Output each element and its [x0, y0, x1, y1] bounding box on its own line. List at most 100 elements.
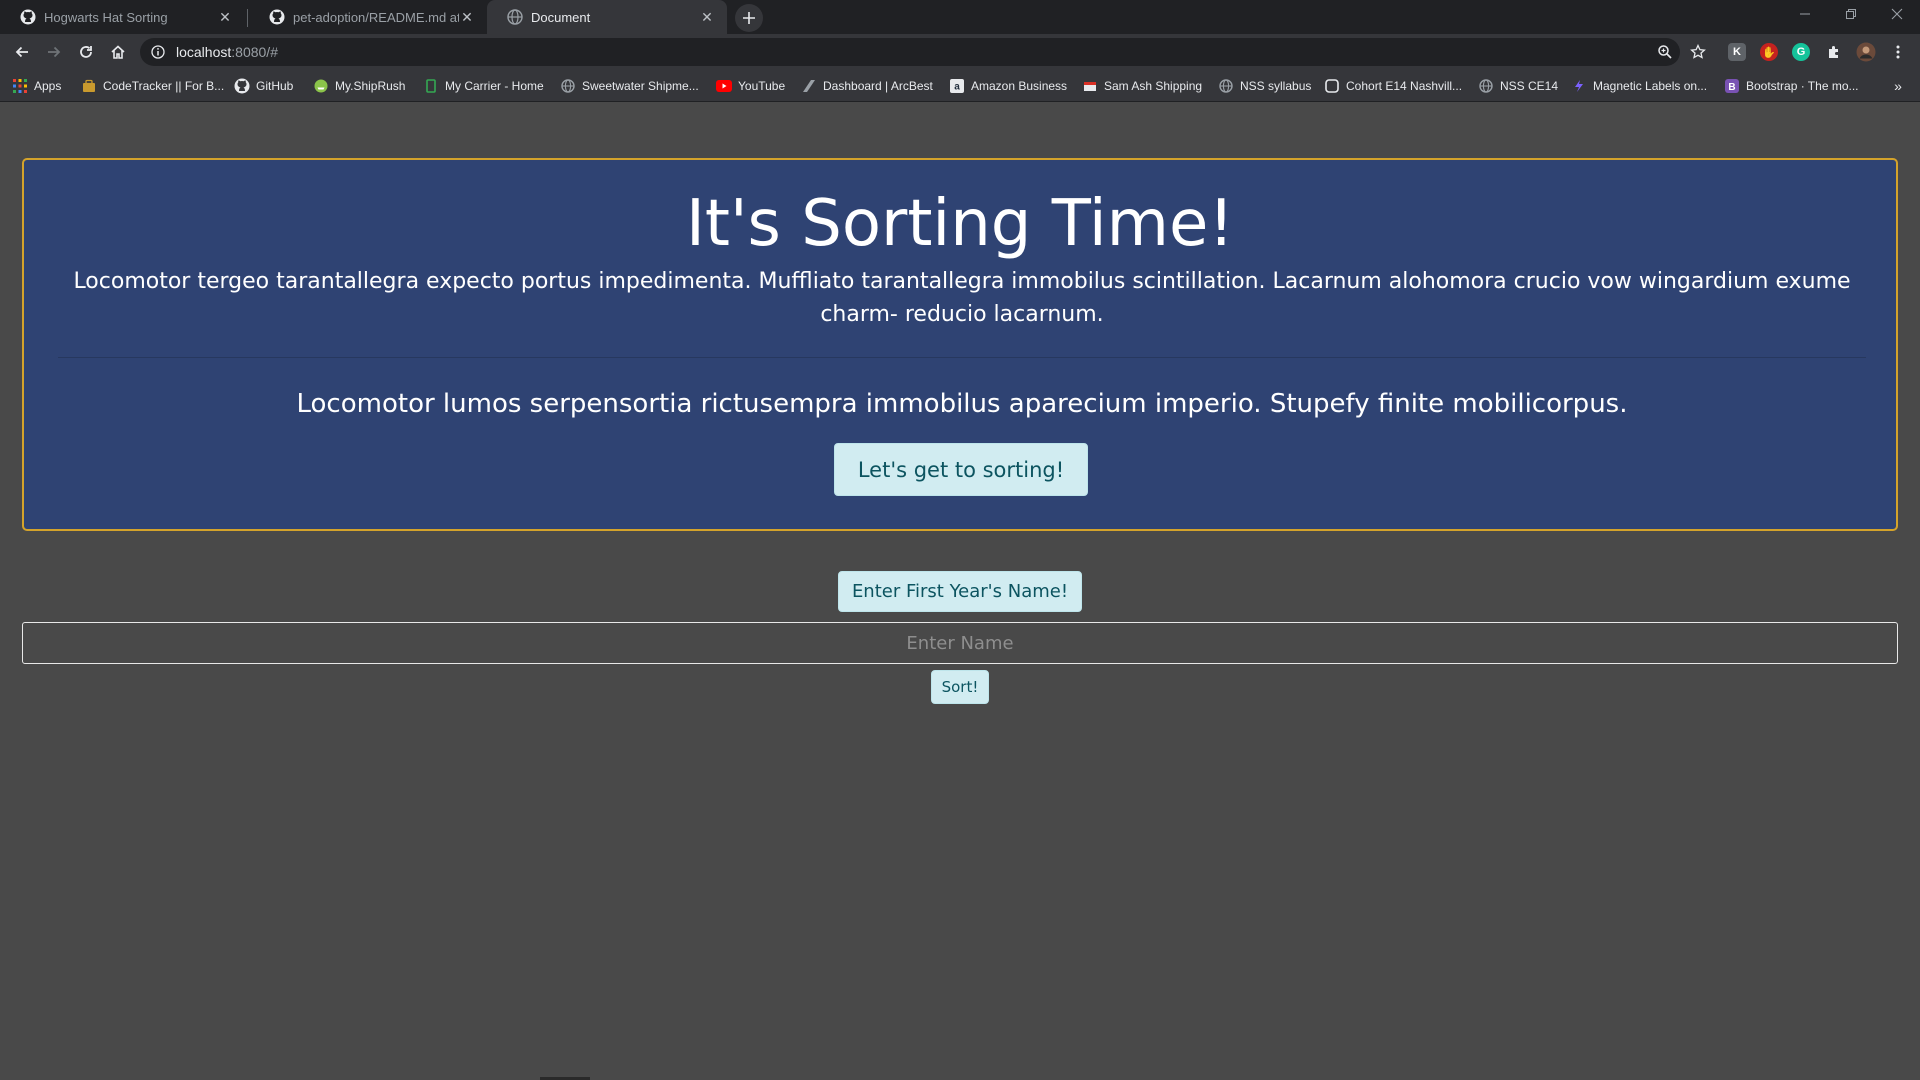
- youtube-icon: [716, 78, 732, 94]
- bookmarks-bar: Apps CodeTracker || For B... GitHub My.S…: [0, 70, 1920, 102]
- bookmark-label: My Carrier - Home: [445, 79, 544, 93]
- home-button[interactable]: [104, 38, 132, 66]
- enter-first-year-name-button[interactable]: Enter First Year's Name!: [838, 571, 1082, 612]
- arrow-right-icon: [48, 46, 61, 58]
- shiprush-icon: [313, 78, 329, 94]
- amazon-icon: a: [949, 78, 965, 94]
- reload-icon: [80, 46, 92, 58]
- svg-text:B: B: [1728, 82, 1735, 93]
- github-icon: [20, 9, 36, 25]
- svg-text:a: a: [954, 82, 960, 93]
- bookmark-label: Apps: [34, 79, 62, 93]
- star-icon: [1690, 44, 1706, 59]
- extension-red-hand-icon[interactable]: ✋: [1760, 43, 1778, 61]
- cohort-icon: [1324, 78, 1340, 94]
- address-bar[interactable]: localhost:8080/#: [140, 38, 1680, 66]
- bookmark-label: Bootstrap · The mo...: [1746, 79, 1859, 93]
- bookmark-youtube[interactable]: YouTube: [716, 75, 785, 97]
- tab-title: Hogwarts Hat Sorting: [44, 9, 168, 25]
- apps-grid-icon: [12, 78, 28, 94]
- tab-strip: Hogwarts Hat Sorting ✕ pet-adoption/READ…: [0, 0, 1920, 34]
- bootstrap-icon: B: [1724, 78, 1740, 94]
- samash-icon: [1082, 78, 1098, 94]
- bookmark-label: Amazon Business: [971, 79, 1068, 93]
- reload-button[interactable]: [72, 38, 100, 66]
- bookmark-label: GitHub: [256, 79, 294, 93]
- globe-icon: [560, 78, 576, 94]
- more-bookmarks-button[interactable]: »: [1886, 75, 1910, 97]
- url-host: localhost: [176, 44, 232, 60]
- site-info-icon[interactable]: [150, 44, 166, 60]
- start-sorting-button[interactable]: Let's get to sorting!: [834, 443, 1088, 496]
- jumbotron: It's Sorting Time! Locomotor tergeo tara…: [22, 158, 1898, 531]
- bookmark-label: NSS CE14: [1500, 79, 1559, 93]
- puzzle-icon: [1829, 46, 1838, 58]
- bookmark-sam-ash[interactable]: Sam Ash Shipping: [1082, 75, 1202, 97]
- tab-document[interactable]: Document ✕: [487, 0, 727, 34]
- bookmark-my-carrier[interactable]: My Carrier - Home: [423, 75, 544, 97]
- bookmark-nss-ce14[interactable]: NSS CE14: [1478, 75, 1558, 97]
- bookmark-label: Sweetwater Shipme...: [582, 79, 699, 93]
- bookmark-label: CodeTracker || For B...: [103, 79, 225, 93]
- bookmark-arcbest[interactable]: Dashboard | ArcBest: [801, 75, 933, 97]
- tab-separator: [247, 9, 248, 27]
- close-window-button[interactable]: [1874, 0, 1920, 28]
- bookmark-label: Cohort E14 Nashvill...: [1346, 79, 1463, 93]
- bookmark-label: Magnetic Labels on...: [1593, 79, 1708, 93]
- github-icon: [269, 9, 285, 25]
- name-input[interactable]: [22, 622, 1898, 664]
- tab-title: pet-adoption/README.md at ma: [293, 9, 459, 25]
- grammarly-icon[interactable]: G: [1792, 43, 1810, 61]
- home-icon: [111, 45, 125, 59]
- tab-hogwarts-hat-sorting[interactable]: Hogwarts Hat Sorting ✕: [0, 0, 245, 34]
- bookmark-bootstrap[interactable]: B Bootstrap · The mo...: [1724, 75, 1859, 97]
- page-title: It's Sorting Time!: [685, 187, 1235, 261]
- avatar-icon: [1856, 42, 1876, 62]
- minimize-window-button[interactable]: [1782, 0, 1828, 28]
- bookmark-label: NSS syllabus: [1240, 79, 1312, 93]
- bookmark-apps[interactable]: Apps: [12, 75, 61, 97]
- restore-window-button[interactable]: [1828, 0, 1874, 28]
- arcbest-icon: [801, 78, 817, 94]
- bookmark-shiprush[interactable]: My.ShipRush: [313, 75, 405, 97]
- forward-button[interactable]: [40, 38, 68, 66]
- globe-icon: [1218, 78, 1234, 94]
- carrier-icon: [423, 78, 439, 94]
- bookmark-label: My.ShipRush: [335, 79, 406, 93]
- bookmark-label: Sam Ash Shipping: [1104, 79, 1203, 93]
- bookmark-nss-syllabus[interactable]: NSS syllabus: [1218, 75, 1311, 97]
- sort-button[interactable]: Sort!: [931, 670, 989, 704]
- codetracker-icon: [81, 78, 97, 94]
- zoom-icon: [1658, 45, 1672, 59]
- bookmark-star-button[interactable]: [1684, 38, 1712, 66]
- divider: [58, 357, 1866, 358]
- new-tab-button[interactable]: [735, 4, 763, 32]
- magnetic-icon: [1571, 78, 1587, 94]
- extensions-button[interactable]: [1820, 38, 1848, 66]
- browser-toolbar: localhost:8080/# K ✋ G: [0, 34, 1920, 70]
- close-tab-icon[interactable]: ✕: [699, 9, 715, 25]
- zoom-button[interactable]: [1651, 38, 1679, 66]
- bookmark-cohort-e14[interactable]: Cohort E14 Nashvill...: [1324, 75, 1462, 97]
- bookmark-codetracker[interactable]: CodeTracker || For B...: [81, 75, 224, 97]
- tab-title: Document: [531, 9, 591, 25]
- bookmark-sweetwater[interactable]: Sweetwater Shipme...: [560, 75, 699, 97]
- close-tab-icon[interactable]: ✕: [459, 9, 475, 25]
- intro-text: Locomotor tergeo tarantallegra expecto p…: [73, 269, 1851, 327]
- bookmark-amazon-business[interactable]: a Amazon Business: [949, 75, 1067, 97]
- bookmark-github[interactable]: GitHub: [234, 75, 293, 97]
- globe-icon: [1478, 78, 1494, 94]
- browser-menu-button[interactable]: [1884, 38, 1912, 66]
- bookmark-magnetic-labels[interactable]: Magnetic Labels on...: [1571, 75, 1707, 97]
- extension-grey-icon[interactable]: K: [1728, 43, 1746, 61]
- kebab-menu-icon: [1896, 45, 1900, 59]
- profile-avatar[interactable]: [1852, 38, 1880, 66]
- url-path: :8080/#: [231, 44, 278, 60]
- close-tab-icon[interactable]: ✕: [217, 9, 233, 25]
- back-button[interactable]: [8, 38, 36, 66]
- secondary-text: Locomotor lumos serpensortia rictusempra…: [296, 389, 1628, 419]
- github-icon: [234, 78, 250, 94]
- arrow-left-icon: [15, 46, 28, 58]
- tab-pet-adoption-readme[interactable]: pet-adoption/README.md at ma ✕: [249, 0, 487, 34]
- bookmark-label: Dashboard | ArcBest: [823, 79, 933, 93]
